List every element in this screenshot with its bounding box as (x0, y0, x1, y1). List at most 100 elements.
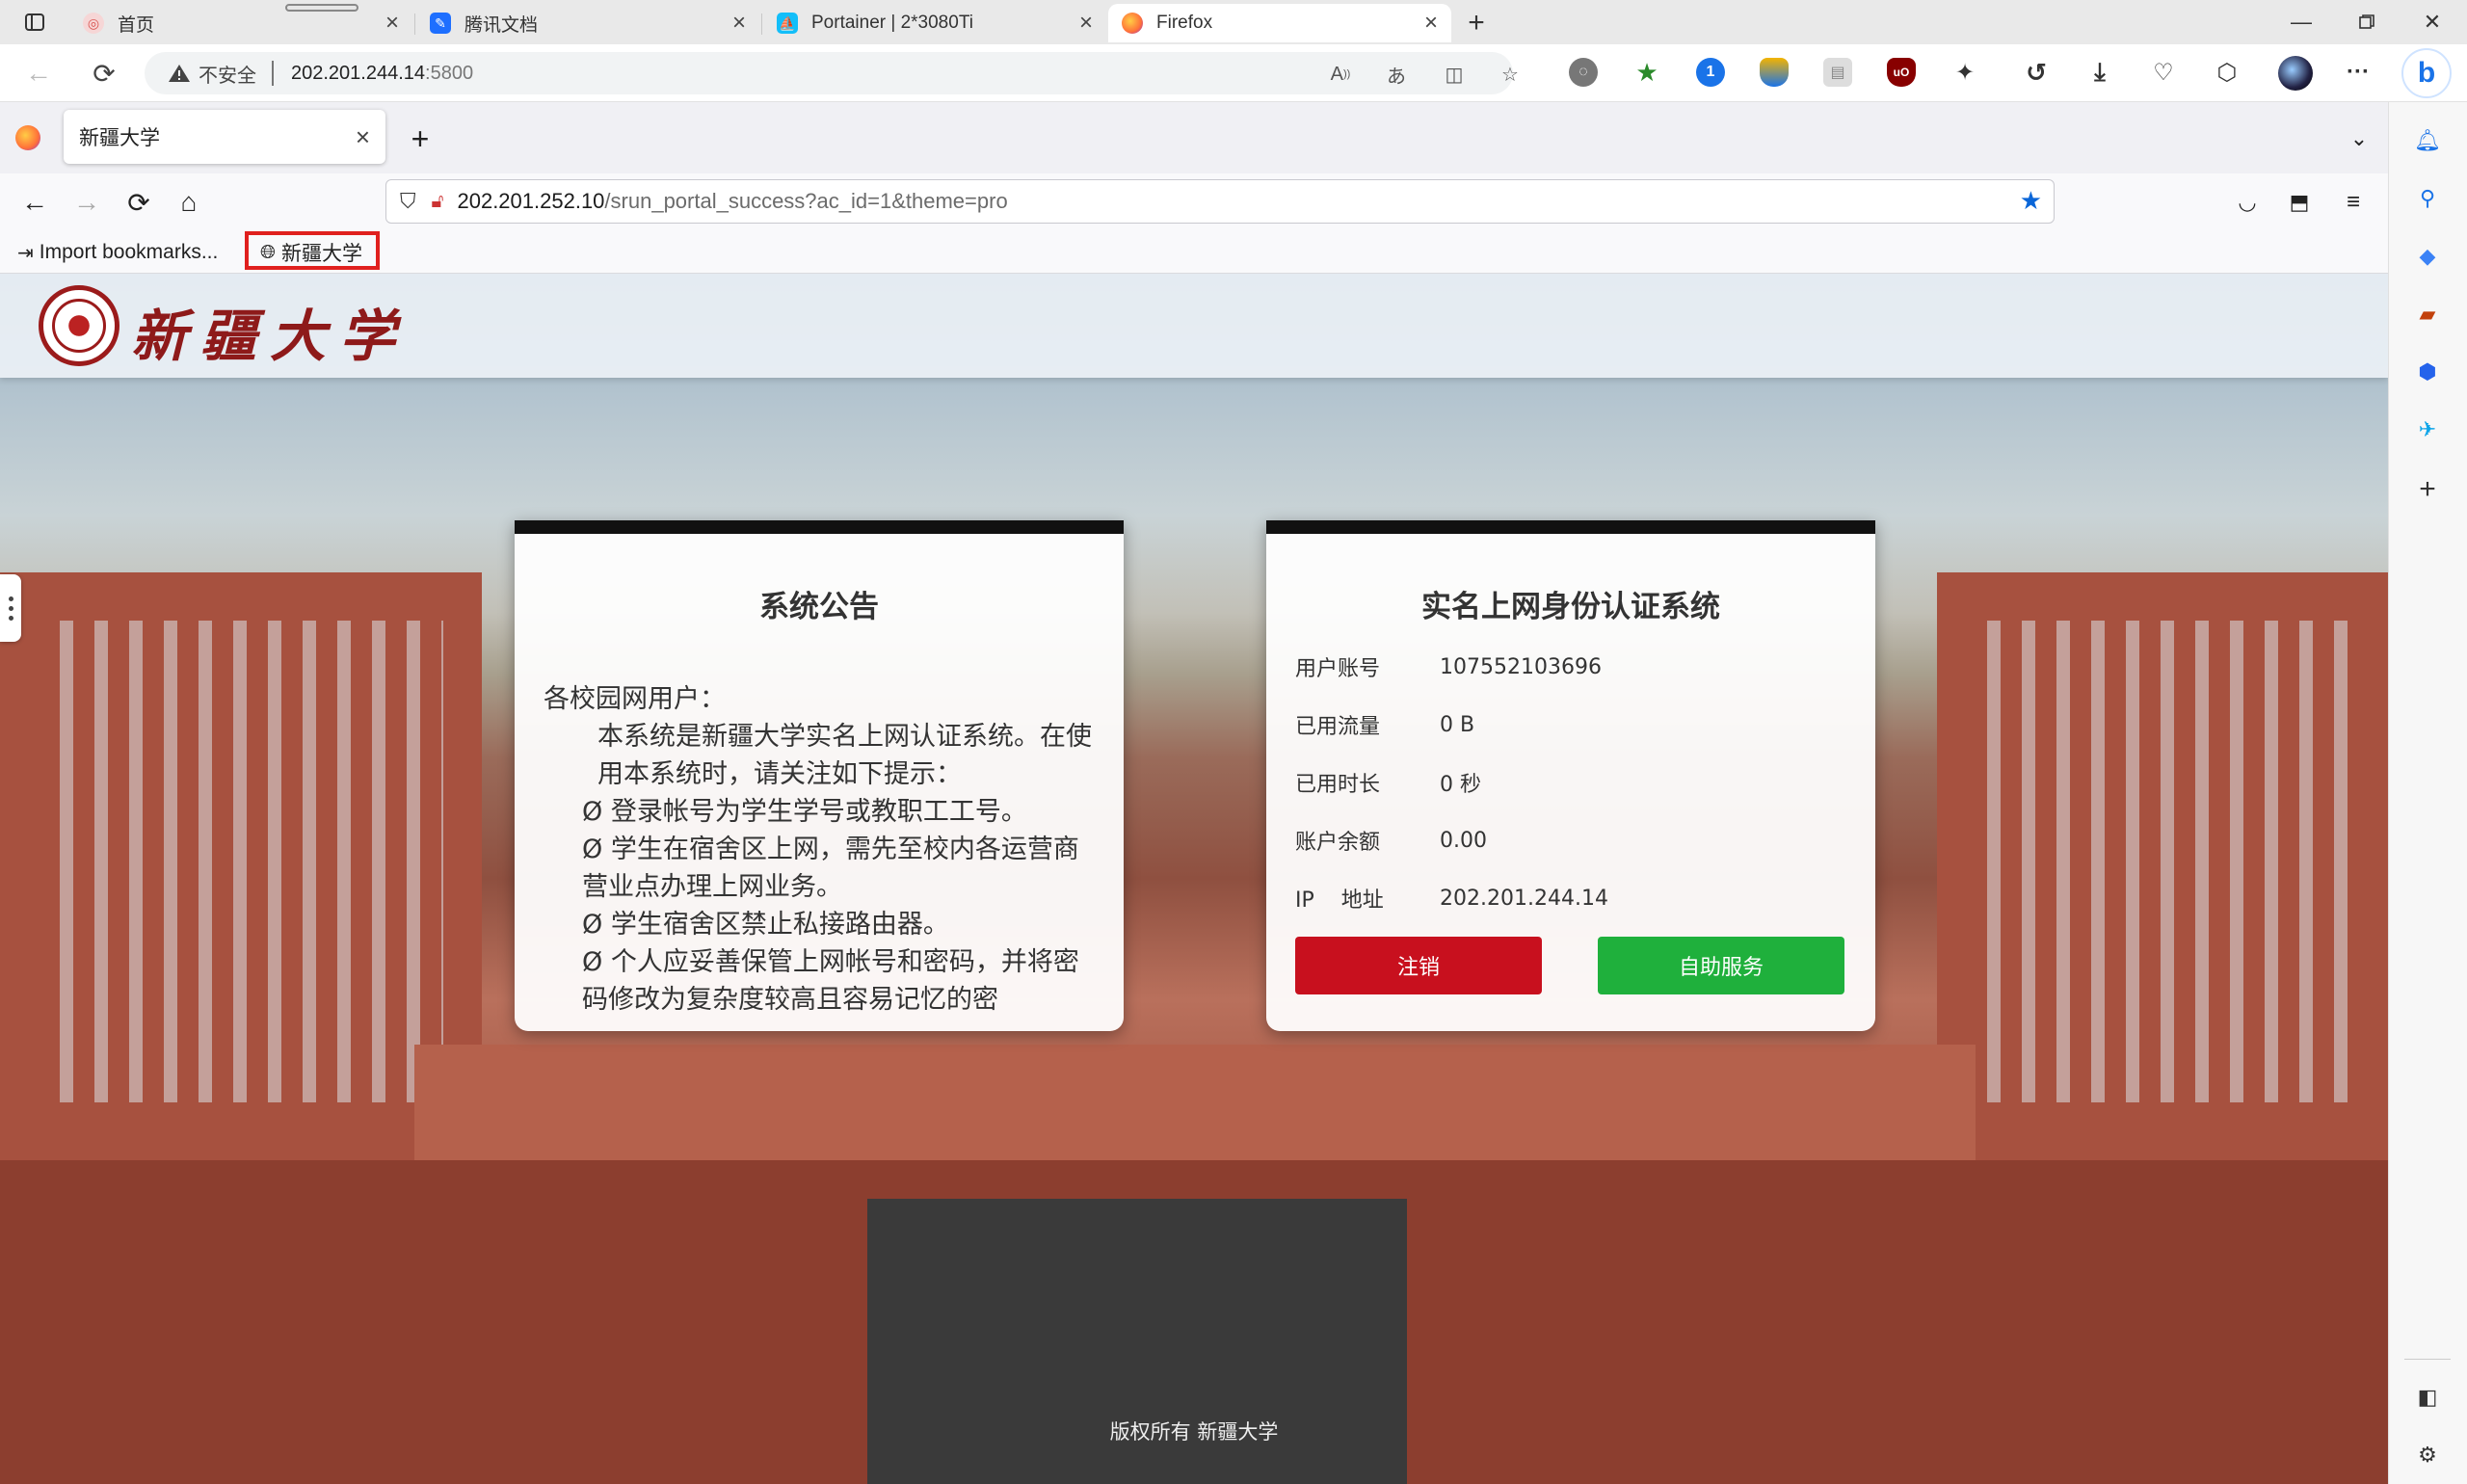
favorite-star-icon[interactable]: ☆ (1498, 62, 1523, 87)
warning-icon[interactable] (168, 63, 191, 84)
self-service-button[interactable]: 自助服务 (1598, 937, 1844, 994)
edge-toolbar: ← ⟳ 不安全 202.201.244.14:5800 A)) あ ◫ ☆ (0, 44, 2467, 102)
info-label: 账户余额 (1295, 831, 1381, 855)
close-window-button[interactable]: ✕ (2403, 6, 2461, 39)
firefox-new-tab-button[interactable]: + (401, 119, 439, 158)
ff-url-path: /srun_portal_success?ac_id=1&theme=pro (604, 189, 1008, 213)
copyright-footer: 版权所有 新疆大学 (1109, 1420, 1279, 1444)
xju-calligraphy-logo: 新疆大学 (131, 304, 410, 369)
notice-line: Ø 学生在宿舍区上网，需先至校内各运营商营业点办理上网业务。 (582, 835, 1079, 902)
edge-tab-tencent-docs[interactable]: ✎ 腾讯文档 × (416, 4, 759, 42)
portainer-favicon-icon: ⛵ (777, 13, 798, 34)
import-bookmarks-item[interactable]: ⇥ Import bookmarks... (17, 237, 218, 268)
tab-label: 首页 (118, 14, 155, 36)
building-right-windows (1966, 621, 2361, 1102)
info-row-ip: IP 地址 202.201.244.14 (1295, 883, 1608, 914)
building-left-windows (39, 621, 443, 1102)
translate-icon[interactable]: あ (1384, 62, 1409, 88)
info-label: IP 地址 (1295, 888, 1384, 913)
url-port: :5800 (425, 62, 474, 84)
hide-sidebar-icon[interactable]: ◧ (2410, 1380, 2445, 1415)
copilot-icon[interactable]: b (2401, 48, 2452, 98)
maximize-button[interactable] (2338, 6, 2396, 39)
settings-gear-icon[interactable]: ⚙ (2410, 1438, 2445, 1472)
tools-briefcase-icon[interactable]: ▰ (2410, 297, 2445, 331)
new-tab-button[interactable]: + (1457, 6, 1496, 40)
shopping-tag-icon[interactable]: ◆ (2410, 239, 2445, 274)
add-sidebar-app-icon[interactable]: + (2410, 472, 2445, 507)
import-icon: ⇥ (17, 242, 34, 264)
gate-roof (414, 1045, 1976, 1160)
firefox-tab-title: 新疆大学 (79, 127, 160, 149)
firefox-logo-icon[interactable] (15, 125, 40, 150)
side-panel-handle[interactable] (0, 574, 21, 642)
info-value: 0.00 (1440, 828, 1487, 853)
edge-sidebar: 🔔︎ ⚲ ◆ ▰ ⬢ ✈ + ◧ ⚙ (2388, 102, 2467, 1484)
back-button[interactable]: ← (19, 56, 58, 91)
tab-divider (761, 13, 762, 35)
url-host: 202.201.244.14 (291, 62, 426, 84)
refresh-button[interactable]: ⟳ (85, 56, 123, 91)
ff-url-bar[interactable]: ⛉ 🔓︎ 202.201.252.10/srun_portal_success?… (385, 179, 2055, 224)
edge-tab-home[interactable]: ◎ 首页 × (69, 4, 412, 42)
split-screen-icon[interactable]: ◫ (1442, 62, 1467, 87)
tab-divider (414, 13, 415, 35)
info-value: 107552103696 (1440, 654, 1602, 679)
firefox-tab-active[interactable]: 新疆大学 × (64, 110, 385, 164)
globe-icon: 🌐︎ (260, 241, 276, 263)
firefox-tab-strip: 新疆大学 × + ⌄ (0, 102, 2388, 173)
info-row-account: 用户账号 107552103696 (1295, 651, 1602, 682)
ff-home-button[interactable]: ⌂ (170, 183, 208, 222)
sidebar-divider (2404, 1359, 2451, 1360)
pocket-icon[interactable]: ◡ (2228, 183, 2267, 222)
notice-line: 本系统是新疆大学实名上网认证系统。在使用本系统时，请关注如下提示： (597, 722, 1092, 789)
xju-seal-logo (39, 285, 119, 366)
ff-back-button[interactable]: ← (15, 183, 54, 222)
close-tab-icon[interactable]: × (1424, 10, 1438, 37)
info-value: 0 秒 (1440, 773, 1481, 797)
close-tab-icon[interactable]: × (385, 10, 399, 37)
portal-header: 新疆大学 (0, 274, 2388, 378)
ff-menu-icon[interactable]: ≡ (2334, 183, 2373, 222)
notice-line: Ø 学生宿舍区禁止私接路由器。 (582, 910, 949, 940)
edge-tab-firefox[interactable]: Firefox × (1108, 4, 1451, 42)
notice-title: 系统公告 (759, 590, 879, 624)
edge-address-bar[interactable]: 不安全 202.201.244.14:5800 A)) あ ◫ ☆ (145, 52, 1519, 94)
notice-body[interactable]: 各校园网用户： 本系统是新疆大学实名上网认证系统。在使用本系统时，请关注如下提示… (544, 680, 1102, 1019)
minimize-button[interactable]: — (2272, 6, 2330, 39)
ff-bookmarks-toolbar: ⇥ Import bookmarks... 🌐︎ 新疆大学 (0, 231, 2388, 274)
close-tab-icon[interactable]: × (732, 10, 746, 37)
close-tab-icon[interactable]: × (1079, 10, 1093, 37)
notice-line: Ø 个人应妥善保管上网帐号和密码，并将密码修改为复杂度较高且容易记忆的密 (582, 947, 1079, 1015)
tab-label: Firefox (1156, 13, 1213, 33)
info-value: 202.201.244.14 (1440, 886, 1608, 911)
auth-info-panel: 实名上网身份认证系统 用户账号 107552103696 已用流量 0 B 已用… (1266, 520, 1875, 1031)
close-tab-icon[interactable]: × (356, 122, 370, 152)
bookmark-xju-label: 新疆大学 (281, 243, 362, 265)
logout-button[interactable]: 注销 (1295, 937, 1542, 994)
edge-url-text[interactable]: 202.201.244.14:5800 (291, 63, 473, 85)
ff-forward-button[interactable]: → (67, 183, 106, 222)
insecure-lock-icon[interactable]: 🔓︎ (432, 191, 444, 213)
read-aloud-icon[interactable]: A)) (1328, 62, 1353, 87)
edge-tab-portainer[interactable]: ⛵ Portainer | 2*3080Ti × (763, 4, 1106, 42)
firefox-favicon-icon (1122, 13, 1143, 34)
outlook-icon[interactable]: ✈ (2410, 412, 2445, 447)
tencent-docs-favicon-icon: ✎ (430, 13, 451, 34)
info-row-balance: 账户余额 0.00 (1295, 825, 1487, 856)
tab-actions-icon[interactable] (13, 8, 56, 37)
ff-reload-button[interactable]: ⟳ (119, 183, 158, 222)
notice-greeting: 各校园网用户： (544, 684, 726, 714)
search-icon[interactable]: ⚲ (2410, 181, 2445, 216)
info-label: 已用时长 (1295, 773, 1381, 797)
list-tabs-chevron-icon[interactable]: ⌄ (2340, 119, 2378, 158)
tracking-shield-icon[interactable]: ⛉ (400, 189, 416, 214)
bookmark-xju[interactable]: 🌐︎ 新疆大学 (260, 237, 362, 268)
info-label: 已用流量 (1295, 715, 1381, 739)
microsoft-365-icon[interactable]: ⬢ (2410, 355, 2445, 389)
import-bookmarks-label: Import bookmarks... (39, 241, 219, 263)
ff-extensions-icon[interactable]: ⬒ (2280, 183, 2319, 222)
notification-bell-icon[interactable]: 🔔︎ (2410, 123, 2445, 158)
not-secure-label: 不安全 (199, 65, 256, 87)
bookmark-star-icon[interactable]: ★ (2020, 186, 2042, 216)
